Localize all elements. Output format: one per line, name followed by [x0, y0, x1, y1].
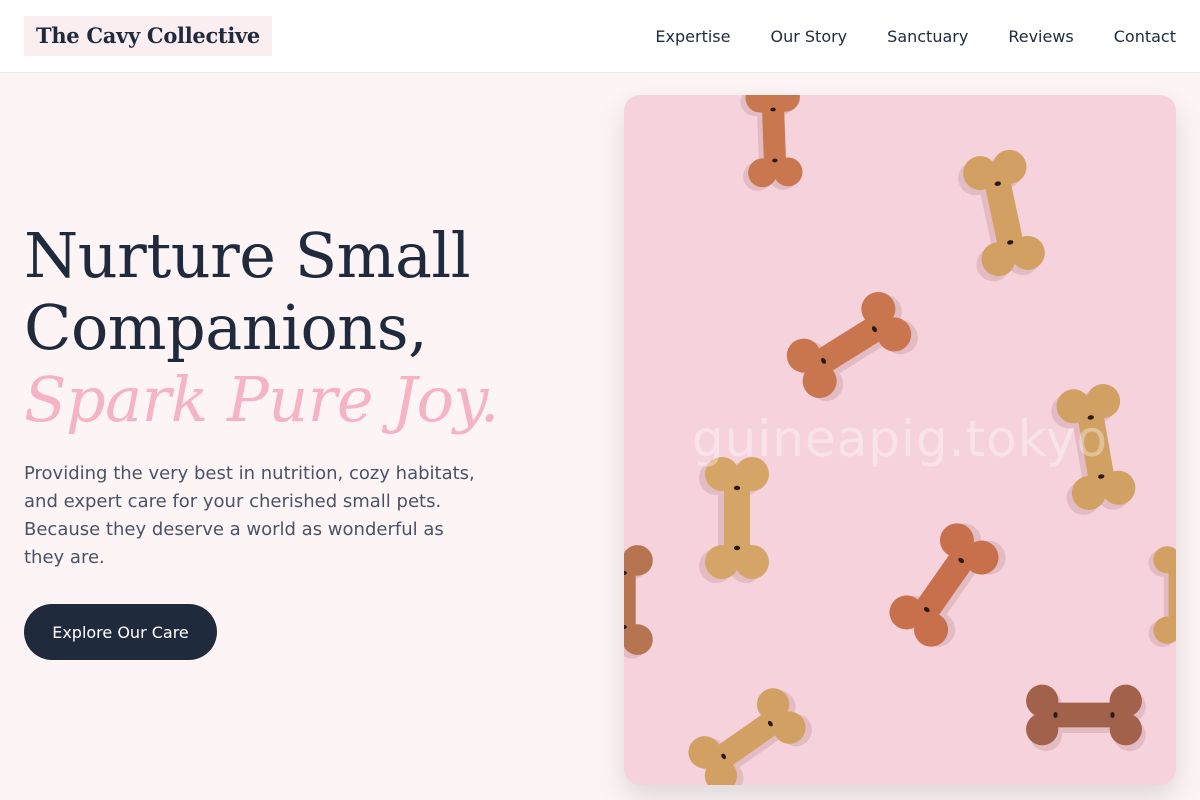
hero-title-line2: Companions,	[24, 291, 428, 364]
hero-title-accent: Spark Pure Joy.	[24, 363, 499, 436]
bone-treat	[786, 291, 918, 402]
explore-care-button[interactable]: Explore Our Care	[24, 604, 217, 660]
bone-treat	[624, 545, 653, 659]
nav-link-sanctuary[interactable]: Sanctuary	[887, 27, 968, 46]
site-header: The Cavy Collective Expertise Our Story …	[0, 0, 1200, 73]
bone-treat	[958, 149, 1045, 282]
bone-treat	[699, 457, 769, 583]
nav-link-our-story[interactable]: Our Story	[770, 27, 847, 46]
main-nav: Expertise Our Story Sanctuary Reviews Co…	[655, 0, 1176, 72]
bone-treat	[889, 523, 1006, 647]
nav-link-reviews[interactable]: Reviews	[1008, 27, 1073, 46]
hero-image: guineapig.tokyo	[624, 95, 1176, 785]
nav-link-contact[interactable]: Contact	[1114, 27, 1176, 46]
hero-title: Nurture Small Companions, Spark Pure Joy…	[24, 220, 499, 436]
bone-treat	[1148, 546, 1176, 648]
bone-treat	[740, 95, 803, 191]
hero-title-line1: Nurture Small	[24, 219, 471, 292]
nav-link-expertise[interactable]: Expertise	[655, 27, 730, 46]
image-watermark: guineapig.tokyo	[691, 410, 1109, 468]
hero-description: Providing the very best in nutrition, co…	[24, 463, 475, 568]
site-logo[interactable]: The Cavy Collective	[24, 16, 272, 56]
bone-treat	[1026, 684, 1146, 752]
bone-treat	[688, 688, 812, 785]
